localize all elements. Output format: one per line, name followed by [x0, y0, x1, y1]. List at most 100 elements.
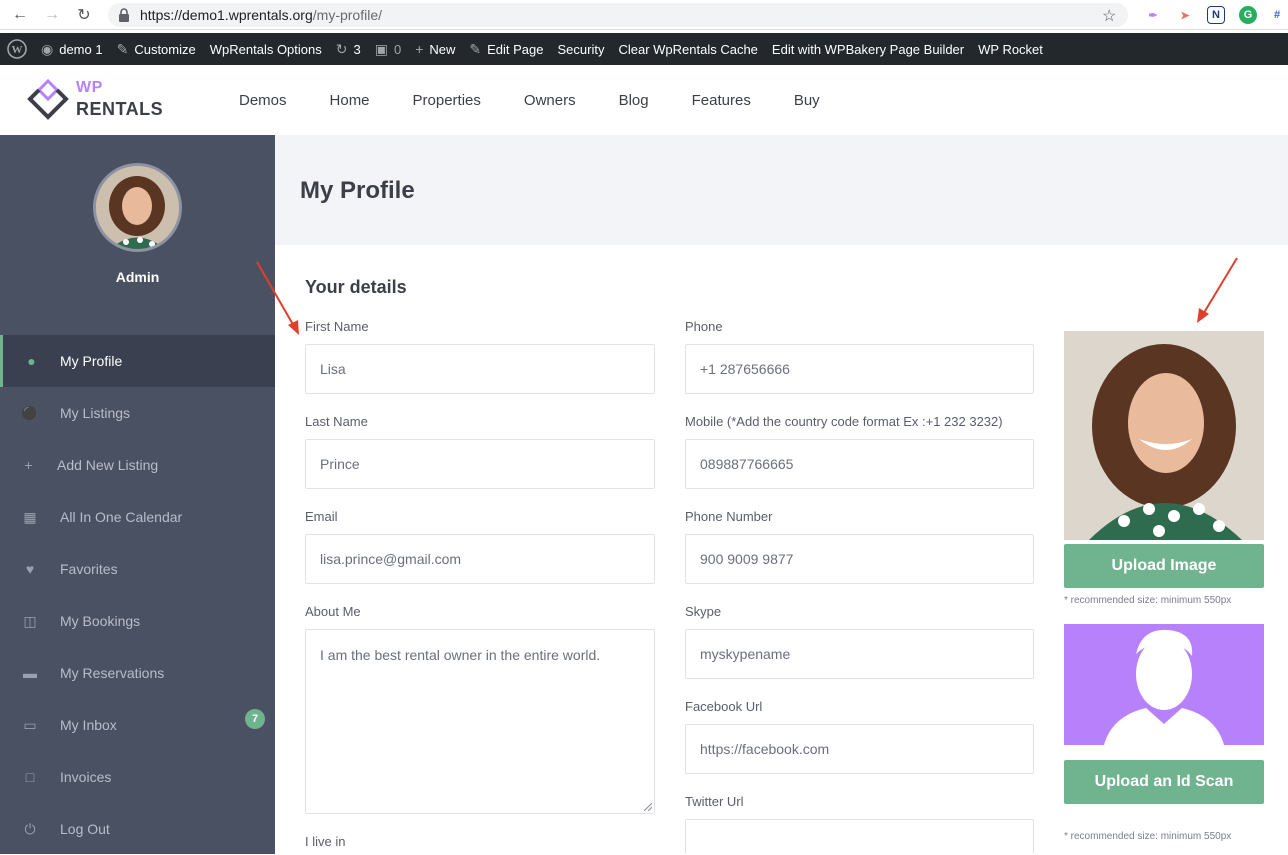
site-name-menu[interactable]: ◉ demo 1 [34, 33, 110, 65]
last-name-label: Last Name [305, 414, 368, 429]
quill-extension-icon[interactable]: ✒ [1144, 6, 1162, 24]
avatar[interactable] [93, 163, 182, 252]
back-icon[interactable]: ← [8, 3, 32, 27]
phone-number-input[interactable]: 900 9009 9877 [685, 534, 1034, 584]
phone-number-label: Phone Number [685, 509, 773, 524]
lock-icon [119, 8, 129, 22]
upload-id-scan-button[interactable]: Upload an Id Scan [1064, 760, 1264, 804]
nav-features[interactable]: Features [692, 92, 751, 109]
grammarly-extension-icon[interactable]: G [1239, 6, 1257, 24]
facebook-url-label: Facebook Url [685, 699, 763, 714]
profile-image-preview [1064, 331, 1264, 540]
comment-icon: ▣ [374, 40, 388, 57]
address-bar[interactable]: https://demo1.wprentals.org/my-profile/ [108, 3, 1128, 27]
power-icon: ⏻ [24, 820, 36, 837]
wordpress-logo[interactable]: W [0, 33, 34, 65]
comments-link[interactable]: ▣ 0 [368, 33, 408, 65]
about-me-textarea[interactable]: I am the best rental owner in the entire… [305, 629, 655, 814]
arrow-extension-icon[interactable]: ➤ [1176, 6, 1194, 24]
grid-extension-icon[interactable]: # [1268, 6, 1286, 24]
sidebar-item-my-listings[interactable]: ⚫ My Listings [0, 387, 275, 439]
wp-rocket-menu[interactable]: WP Rocket [971, 33, 1050, 65]
calendar-icon: ▦ [23, 508, 37, 525]
nav-blog[interactable]: Blog [619, 92, 649, 109]
edit-page-link[interactable]: ✎ Edit Page [462, 33, 550, 65]
phone-input[interactable]: +1 287656666 [685, 344, 1034, 394]
site-name-label: demo 1 [59, 41, 103, 57]
nav-buy[interactable]: Buy [794, 92, 820, 109]
url-host: https://demo1.wprentals.org [140, 7, 313, 23]
sidebar-item-favorites[interactable]: ♥ Favorites [0, 543, 275, 595]
upload-image-button[interactable]: Upload Image [1064, 544, 1264, 588]
sidebar-item-my-profile[interactable]: ● My Profile [0, 335, 275, 387]
wpbakery-label: Edit with WPBakery Page Builder [771, 41, 965, 57]
dashboard-sidebar: Admin ● My Profile ⚫ My Listings + Add N… [0, 135, 275, 854]
skype-label: Skype [685, 604, 722, 619]
site-header: WP RENTALS Demos Home Properties Owners … [0, 65, 1288, 135]
nav-home[interactable]: Home [330, 92, 370, 109]
first-name-label: First Name [305, 319, 369, 334]
sidebar-item-add-new-listing[interactable]: + Add New Listing [0, 439, 275, 491]
clear-cache-link[interactable]: Clear WpRentals Cache [611, 33, 764, 65]
sidebar-item-label: My Listings [60, 405, 131, 421]
nav-properties[interactable]: Properties [413, 92, 481, 109]
new-content-menu[interactable]: + New [408, 33, 462, 65]
updates-link[interactable]: ↻ 3 [329, 33, 368, 65]
plus-icon: + [415, 41, 424, 57]
security-label: Security [557, 41, 605, 57]
id-scan-placeholder [1064, 624, 1264, 745]
profile-photo [96, 166, 179, 249]
email-input[interactable]: lisa.prince@gmail.com [305, 534, 655, 584]
comments-count: 0 [393, 41, 402, 57]
sidebar-item-invoices[interactable]: □ Invoices [0, 751, 275, 803]
refresh-icon: ↻ [335, 40, 348, 57]
twitter-url-label: Twitter Url [685, 794, 744, 809]
updates-count: 3 [353, 41, 361, 57]
user-display-name: Admin [115, 269, 160, 285]
resize-handle-icon[interactable] [644, 803, 652, 811]
dashboard-icon: ◉ [41, 40, 54, 57]
nav-demos[interactable]: Demos [239, 92, 287, 109]
wp-rocket-label: WP Rocket [978, 41, 1043, 57]
email-label: Email [305, 509, 338, 524]
sidebar-item-my-reservations[interactable]: ▬ My Reservations [0, 647, 275, 699]
annotation-arrow-icon [256, 261, 299, 335]
sidebar-item-my-inbox[interactable]: ▭ My Inbox 7 [0, 699, 275, 751]
security-menu[interactable]: Security [551, 33, 612, 65]
wpbakery-link[interactable]: Edit with WPBakery Page Builder [765, 33, 971, 65]
folder-open-icon: ◫ [23, 612, 37, 629]
sidebar-item-label: Invoices [60, 769, 112, 785]
sidebar-item-my-bookings[interactable]: ◫ My Bookings [0, 595, 275, 647]
about-me-label: About Me [305, 604, 361, 619]
new-label: New [429, 41, 456, 57]
facebook-url-input[interactable]: https://facebook.com [685, 724, 1034, 774]
options-link[interactable]: WpRentals Options [203, 33, 329, 65]
reload-icon[interactable]: ↻ [72, 3, 96, 27]
customize-label: Customize [134, 41, 196, 57]
forward-icon[interactable]: → [40, 3, 64, 27]
twitter-url-input[interactable] [685, 819, 1034, 854]
sidebar-item-log-out[interactable]: ⏻ Log Out [0, 803, 275, 855]
sidebar-item-label: My Inbox [60, 717, 117, 733]
last-name-input[interactable]: Prince [305, 439, 655, 489]
first-name-input[interactable]: Lisa [305, 344, 655, 394]
n-extension-icon[interactable]: N [1207, 6, 1225, 24]
site-logo[interactable]: WP RENTALS [26, 77, 166, 123]
phone-label: Phone [685, 319, 723, 334]
url-path: /my-profile/ [312, 7, 382, 23]
skype-input[interactable]: myskypename [685, 629, 1034, 679]
sidebar-item-label: Favorites [60, 561, 118, 577]
user-icon: ● [27, 353, 36, 369]
mobile-input[interactable]: 089887766665 [685, 439, 1034, 489]
sidebar-item-calendar[interactable]: ▦ All In One Calendar [0, 491, 275, 543]
bookmark-star-icon[interactable]: ☆ [1102, 6, 1116, 26]
sidebar-item-label: All In One Calendar [60, 509, 183, 525]
nav-owners[interactable]: Owners [524, 92, 576, 109]
pencil-icon: ✎ [469, 40, 482, 57]
file-icon: □ [25, 769, 35, 785]
inbox-icon: ▭ [23, 716, 37, 733]
logo-diamond-icon [27, 78, 69, 120]
customize-link[interactable]: ✎ Customize [110, 33, 203, 65]
profile-photo-large [1064, 331, 1264, 540]
browser-toolbar: ← → ↻ https://demo1.wprentals.org/my-pro… [0, 0, 1288, 30]
